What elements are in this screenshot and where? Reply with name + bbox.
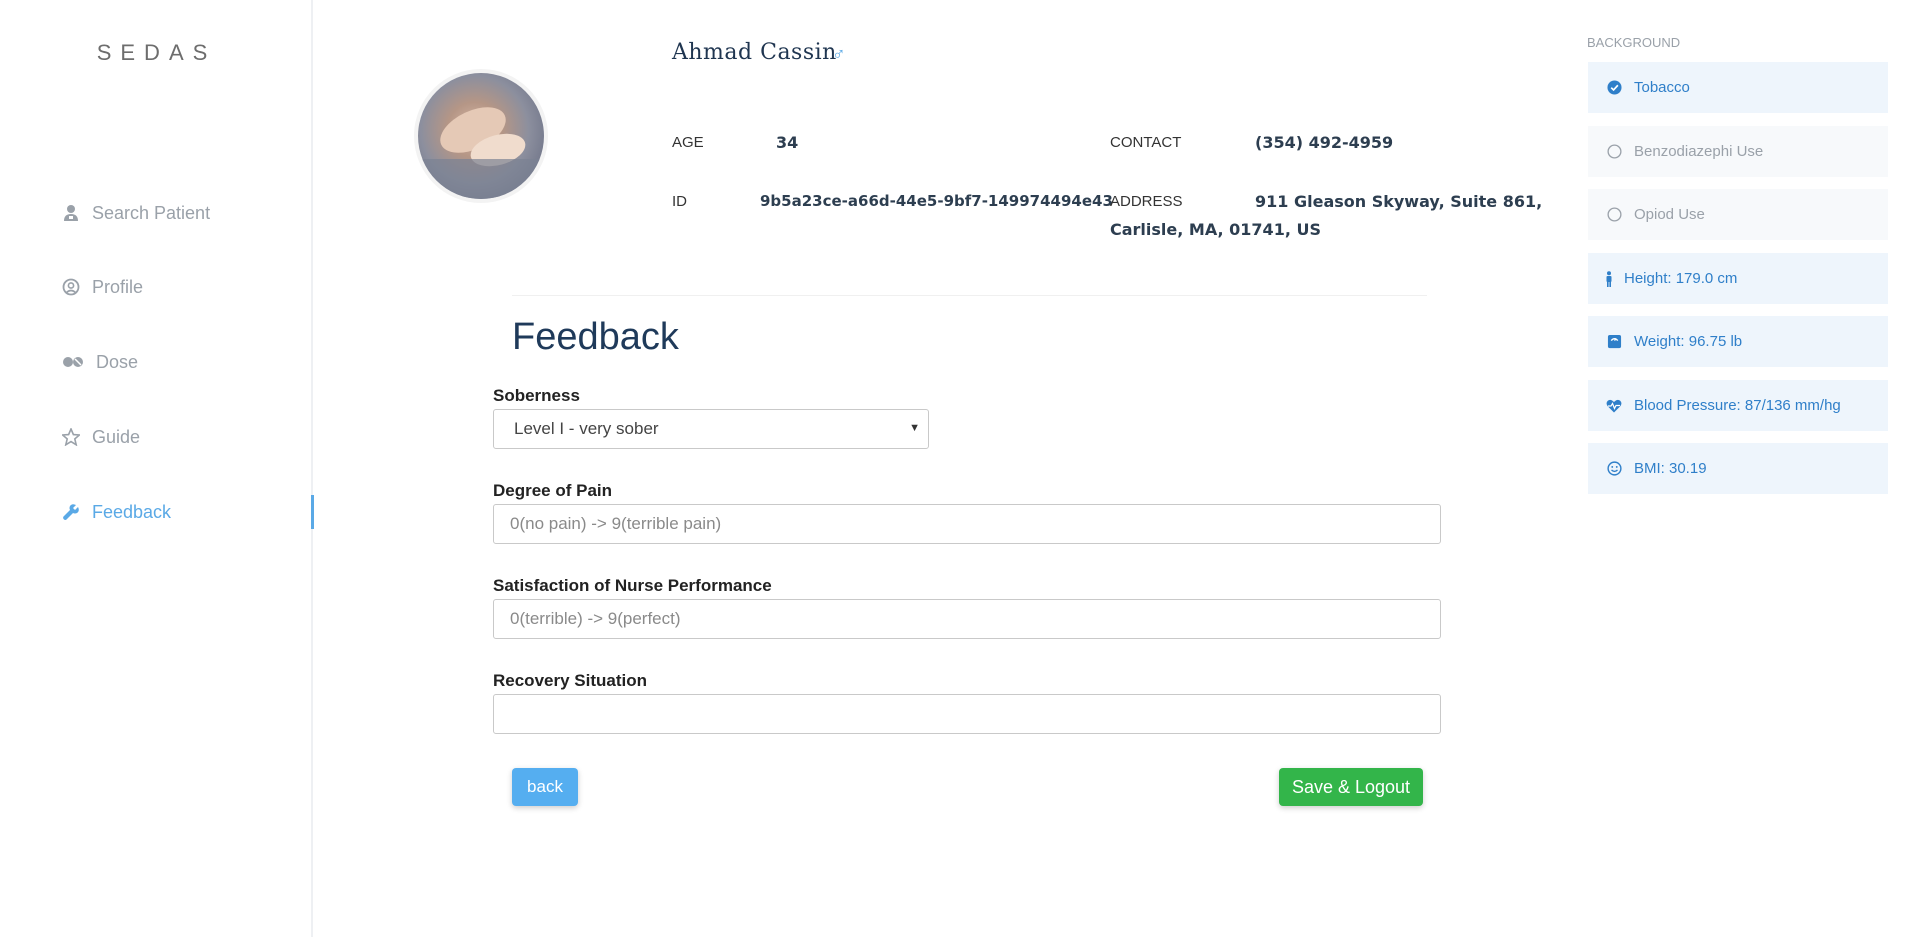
background-item-tobacco[interactable]: Tobacco [1588,62,1888,113]
caret-down-icon: ▼ [909,422,920,434]
nav-label: Dose [96,351,139,372]
background-item-label: Opiod Use [1634,206,1705,223]
nav-item-search-patient[interactable]: Search Patient [62,198,312,228]
age-value: 34 [776,133,799,152]
brand-logo: SEDAS [96,40,217,65]
sidebar: SEDAS Search Patient Profile Dose Guide … [0,0,314,937]
stat-label: Blood Pressure: 87/136 mm/hg [1634,397,1841,414]
background-title: BACKGROUND [1587,35,1681,50]
save-logout-button[interactable]: Save & Logout [1279,768,1423,806]
nav-item-profile[interactable]: Profile [62,272,312,302]
pain-label: Degree of Pain [493,481,613,500]
background-item-label: Benzodiazephi Use [1634,143,1764,160]
soberness-label: Soberness [493,386,580,405]
star-icon [62,428,80,446]
soberness-select[interactable]: Level I - very sober ▼ [493,409,929,449]
heartbeat-icon [1606,398,1622,414]
male-icon: ♂ [832,44,846,64]
background-item-opiod[interactable]: Opiod Use [1588,189,1888,240]
age-label: AGE [672,134,704,151]
background-item-label: Tobacco [1634,79,1690,96]
contact-value: (354) 492-4959 [1255,133,1394,152]
patient-name: Ahmad Cassin [672,40,837,65]
nav-label: Guide [92,426,141,447]
pills-icon [62,353,84,371]
address-line1: 911 Gleason Skyway, Suite 861, [1255,192,1543,211]
pain-input[interactable] [493,504,1441,544]
stat-label: Weight: 96.75 lb [1634,333,1743,350]
stat-weight: Weight: 96.75 lb [1588,316,1888,367]
nav-item-guide[interactable]: Guide [62,422,312,452]
background-item-benzodiazephi[interactable]: Benzodiazephi Use [1588,126,1888,177]
form-title: Feedback [512,316,679,358]
recovery-input[interactable] [493,694,1441,734]
person-icon [1604,270,1614,287]
circle-icon [1606,144,1622,160]
patient-avatar [418,73,544,199]
stat-blood-pressure: Blood Pressure: 87/136 mm/hg [1588,380,1888,431]
smile-icon [1606,461,1622,477]
stat-height: Height: 179.0 cm [1588,253,1888,304]
nav-item-feedback[interactable]: Feedback [62,495,314,529]
stat-label: Height: 179.0 cm [1624,270,1738,287]
back-button[interactable]: back [512,768,578,806]
user-circle-icon [62,278,80,296]
divider [512,295,1427,296]
wrench-icon [62,503,80,521]
stat-label: BMI: 30.19 [1634,460,1707,477]
user-doctor-icon [62,204,80,222]
address-label: ADDRESS [1110,193,1183,210]
nurse-label: Satisfaction of Nurse Performance [493,576,772,595]
nav-label: Profile [92,276,144,297]
check-circle-icon [1606,80,1622,96]
nurse-satisfaction-input[interactable] [493,599,1441,639]
scale-icon [1606,334,1622,350]
nav-label: Search Patient [92,202,211,223]
id-value: 9b5a23ce-a66d-44e5-9bf7-149974494e43 [760,192,1113,210]
recovery-label: Recovery Situation [493,671,647,690]
address-line2: Carlisle, MA, 01741, US [1110,220,1321,239]
soberness-value: Level I - very sober [514,419,659,438]
circle-icon [1606,207,1622,223]
stat-bmi: BMI: 30.19 [1588,443,1888,494]
contact-label: CONTACT [1110,134,1182,151]
id-label: ID [672,193,687,210]
nav-label: Feedback [92,501,172,522]
nav-item-dose[interactable]: Dose [62,347,312,377]
